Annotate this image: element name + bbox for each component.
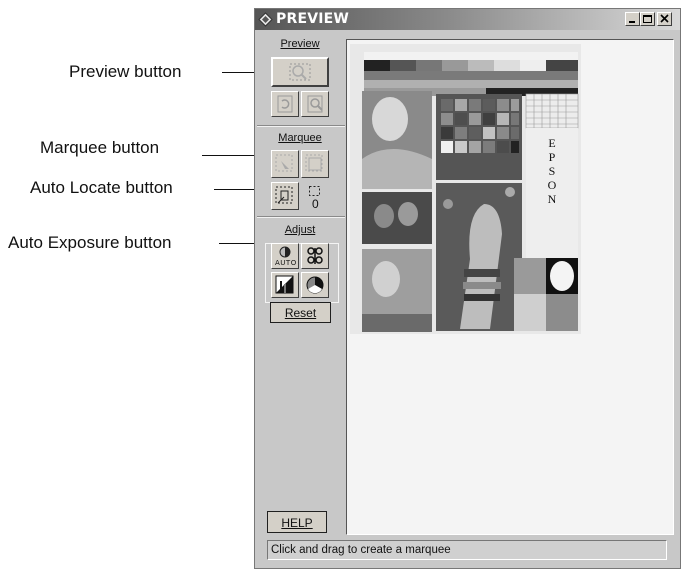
preview-scan-image: E P S O N xyxy=(350,44,581,334)
reset-button-label: Reset xyxy=(284,306,317,320)
zoom-preview-button xyxy=(301,91,329,117)
app-logo-icon xyxy=(258,12,273,27)
preview-area[interactable]: E P S O N xyxy=(346,39,674,535)
epson-logo: E P S O N xyxy=(547,136,557,206)
status-text: Click and drag to create a marquee xyxy=(271,544,451,556)
adjust-section-label: Adjust xyxy=(284,224,316,236)
close-icon xyxy=(660,14,669,23)
rotate-icon xyxy=(277,95,293,113)
auto-locate-icon xyxy=(275,186,293,204)
panel-divider xyxy=(257,125,345,127)
delete-marquee-icon xyxy=(305,154,323,172)
marquee-section-label: Marquee xyxy=(278,132,322,144)
preview-window: PREVIEW Preview Marquee 0 Adjust AUTO Re… xyxy=(254,8,681,569)
tone-correction-icon xyxy=(275,275,294,294)
color-wheel-icon xyxy=(306,276,324,294)
zoom-icon xyxy=(307,95,323,113)
auto-exposure-badge: AUTO xyxy=(275,259,297,267)
close-button[interactable] xyxy=(657,12,672,26)
marquee-icon xyxy=(275,154,293,172)
minimize-button[interactable] xyxy=(625,12,640,26)
marquee-count-icon xyxy=(309,186,320,196)
callout-preview-button: Preview button xyxy=(69,62,182,81)
help-button-label: HELP xyxy=(281,516,313,530)
image-controls-icon xyxy=(307,247,323,264)
help-button[interactable]: HELP xyxy=(267,511,327,533)
status-bar: Click and drag to create a marquee xyxy=(267,540,667,560)
rotate-button xyxy=(271,91,299,117)
maximize-icon xyxy=(643,15,652,23)
maximize-button[interactable] xyxy=(640,12,655,26)
auto-locate-button[interactable] xyxy=(271,182,299,210)
tone-correction-button[interactable] xyxy=(271,272,299,298)
marquee-button[interactable] xyxy=(271,150,299,178)
delete-marquee-button xyxy=(301,150,329,178)
left-tool-panel: Preview Marquee 0 Adjust AUTO Reset HELP xyxy=(257,33,345,533)
preview-magnifier-icon xyxy=(289,63,311,81)
preview-button[interactable] xyxy=(271,57,329,87)
title-bar[interactable]: PREVIEW xyxy=(255,9,680,30)
marquee-count: 0 xyxy=(312,197,319,211)
callout-marquee-button: Marquee button xyxy=(40,138,160,157)
callout-auto-locate-button: Auto Locate button xyxy=(30,178,173,197)
resolution-grid xyxy=(525,93,579,129)
callout-auto-exposure-button: Auto Exposure button xyxy=(8,233,172,252)
auto-exposure-button[interactable]: AUTO xyxy=(271,243,299,269)
panel-divider xyxy=(257,216,345,218)
minimize-icon xyxy=(629,21,635,23)
preview-section-label: Preview xyxy=(280,38,320,50)
color-adjust-button[interactable] xyxy=(301,272,329,298)
gray-scale-strip xyxy=(364,52,578,96)
image-controls-button[interactable] xyxy=(301,243,329,269)
reset-button[interactable]: Reset xyxy=(270,302,331,323)
window-title: PREVIEW xyxy=(276,11,350,27)
